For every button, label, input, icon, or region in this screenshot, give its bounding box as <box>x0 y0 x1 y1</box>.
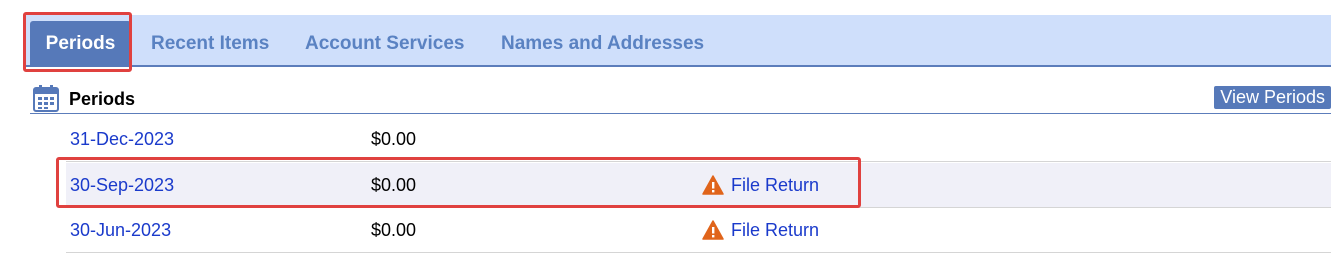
file-return-label: File Return <box>731 219 820 240</box>
warning-icon <box>702 220 724 240</box>
view-periods-button[interactable]: View Periods <box>1214 86 1331 109</box>
period-date-link[interactable]: 31-Dec-2023 <box>70 129 174 150</box>
period-row: 30-Jun-2023 $0.00 File Return <box>66 208 1331 253</box>
warning-icon <box>702 175 724 195</box>
section-title: Periods <box>69 89 136 109</box>
periods-section-header: Periods View Periods <box>30 84 1331 114</box>
file-return-link[interactable]: File Return <box>702 173 819 197</box>
period-row: 31-Dec-2023 $0.00 <box>66 117 1331 162</box>
file-return-link[interactable]: File Return <box>702 218 819 242</box>
tab-names-and-addresses[interactable]: Names and Addresses <box>501 15 704 65</box>
tab-bar: Periods Recent Items Account Services Na… <box>25 15 1331 67</box>
tab-account-services[interactable]: Account Services <box>305 15 464 65</box>
period-amount: $0.00 <box>371 220 417 240</box>
period-date-link[interactable]: 30-Sep-2023 <box>70 175 174 196</box>
period-amount: $0.00 <box>371 129 417 149</box>
calendar-icon <box>33 85 59 112</box>
tab-periods[interactable]: Periods <box>30 21 131 67</box>
period-row: 30-Sep-2023 $0.00 File Return <box>66 163 1331 208</box>
period-amount: $0.00 <box>371 175 417 195</box>
tab-recent-items[interactable]: Recent Items <box>151 15 269 65</box>
period-date-link[interactable]: 30-Jun-2023 <box>70 220 171 241</box>
file-return-label: File Return <box>731 174 820 195</box>
